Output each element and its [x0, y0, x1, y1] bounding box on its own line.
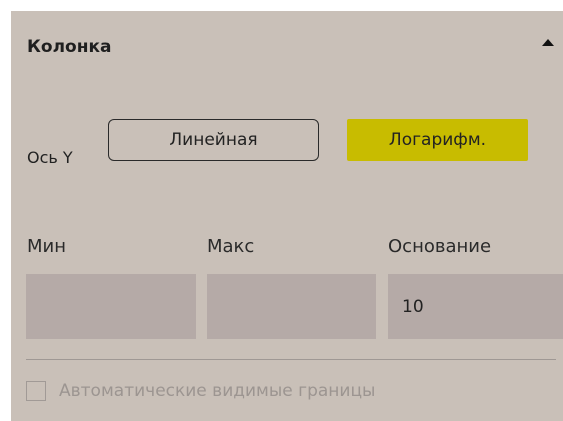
- log-scale-button[interactable]: Логарифм.: [347, 119, 528, 161]
- min-label: Мин: [27, 236, 66, 257]
- min-input[interactable]: [26, 274, 196, 339]
- auto-bounds-option: Автоматические видимые границы: [26, 381, 375, 401]
- caret-up-icon[interactable]: [541, 36, 555, 48]
- divider: [26, 359, 556, 360]
- section-title: Колонка: [27, 37, 112, 57]
- max-input[interactable]: [207, 274, 376, 339]
- auto-bounds-label: Автоматические видимые границы: [59, 381, 376, 401]
- base-input[interactable]: [388, 274, 563, 339]
- max-label: Макс: [207, 236, 255, 257]
- column-settings-panel: Колонка Ось Y Линейная Логарифм. Мин Мак…: [11, 11, 563, 421]
- y-axis-label: Ось Y: [27, 148, 73, 167]
- auto-bounds-checkbox[interactable]: [26, 381, 46, 401]
- linear-scale-button[interactable]: Линейная: [108, 119, 319, 161]
- base-label: Основание: [388, 236, 492, 257]
